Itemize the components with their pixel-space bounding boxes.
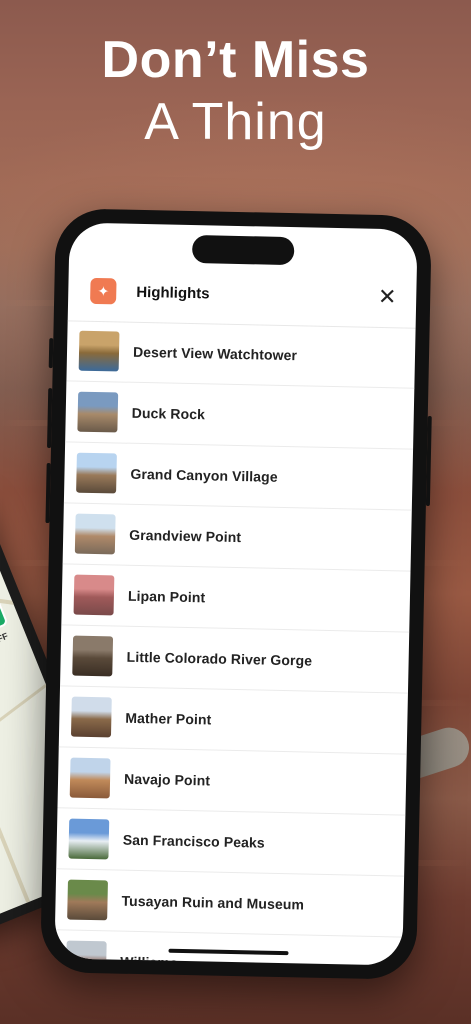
phone-screen: ✦ Highlights ✕ Desert View Watchtower Duc…	[54, 222, 418, 966]
sparkle-glyph: ✦	[97, 282, 110, 299]
highlight-name: Lipan Point	[127, 587, 206, 606]
highlight-name: Navajo Point	[123, 770, 211, 789]
list-item[interactable]: Mather Point	[58, 686, 408, 755]
highlight-thumbnail	[73, 574, 115, 616]
highlight-thumbnail	[69, 757, 111, 799]
highlights-list: Desert View Watchtower Duck Rock Grand Can…	[54, 320, 416, 966]
highlight-name: Mather Point	[125, 709, 212, 728]
list-item[interactable]: Grandview Point	[62, 503, 412, 572]
highlight-thumbnail	[68, 818, 110, 860]
main-phone: ✦ Highlights ✕ Desert View Watchtower Duc…	[40, 208, 432, 980]
highlight-thumbnail	[72, 635, 114, 677]
highlight-name: Grand Canyon Village	[130, 465, 278, 485]
list-item[interactable]: Duck Rock	[65, 381, 415, 450]
highlight-thumbnail	[78, 330, 120, 372]
panel-title: Highlights	[136, 283, 210, 302]
highlight-thumbnail	[70, 696, 112, 738]
phone-side-button	[48, 338, 54, 369]
highlight-name: Duck Rock	[131, 404, 206, 423]
phone-side-button	[47, 388, 53, 449]
highlight-thumbnail	[67, 879, 108, 921]
highlight-name: San Francisco Peaks	[122, 831, 265, 851]
list-item[interactable]: Navajo Point	[57, 747, 407, 816]
headline-line2: A Thing	[144, 93, 327, 151]
list-item[interactable]: Williams	[54, 930, 403, 966]
list-item[interactable]: Little Colorado River Gorge	[60, 625, 410, 694]
phone-side-button	[45, 463, 51, 524]
headline-line1: Don’t Miss	[101, 31, 370, 89]
list-item[interactable]: Grand Canyon Village	[63, 442, 414, 511]
highlight-name: Williams	[120, 953, 178, 966]
map-pin-icon: ✦	[90, 277, 117, 305]
headline: Don’t Miss A Thing	[0, 30, 471, 154]
list-item[interactable]: San Francisco Peaks	[56, 808, 406, 877]
list-item[interactable]: Desert View Watchtower	[66, 320, 416, 389]
highlight-thumbnail	[76, 452, 117, 494]
highlight-name: Little Colorado River Gorge	[126, 648, 313, 669]
map-label: FLAGSTAFF	[0, 630, 10, 660]
highlight-name: Tusayan Ruin and Museum	[121, 892, 305, 913]
panel-header: ✦ Highlights ✕	[67, 260, 417, 329]
highlight-thumbnail	[77, 391, 119, 433]
list-item[interactable]: Tusayan Ruin and Museum	[54, 869, 405, 938]
close-icon[interactable]: ✕	[372, 282, 403, 313]
highlight-thumbnail	[74, 513, 116, 555]
highlight-name: Grandview Point	[129, 526, 242, 546]
dynamic-island	[191, 235, 295, 266]
list-item[interactable]: Lipan Point	[61, 564, 411, 633]
highlight-name: Desert View Watchtower	[132, 343, 298, 364]
highlight-thumbnail	[65, 940, 107, 966]
